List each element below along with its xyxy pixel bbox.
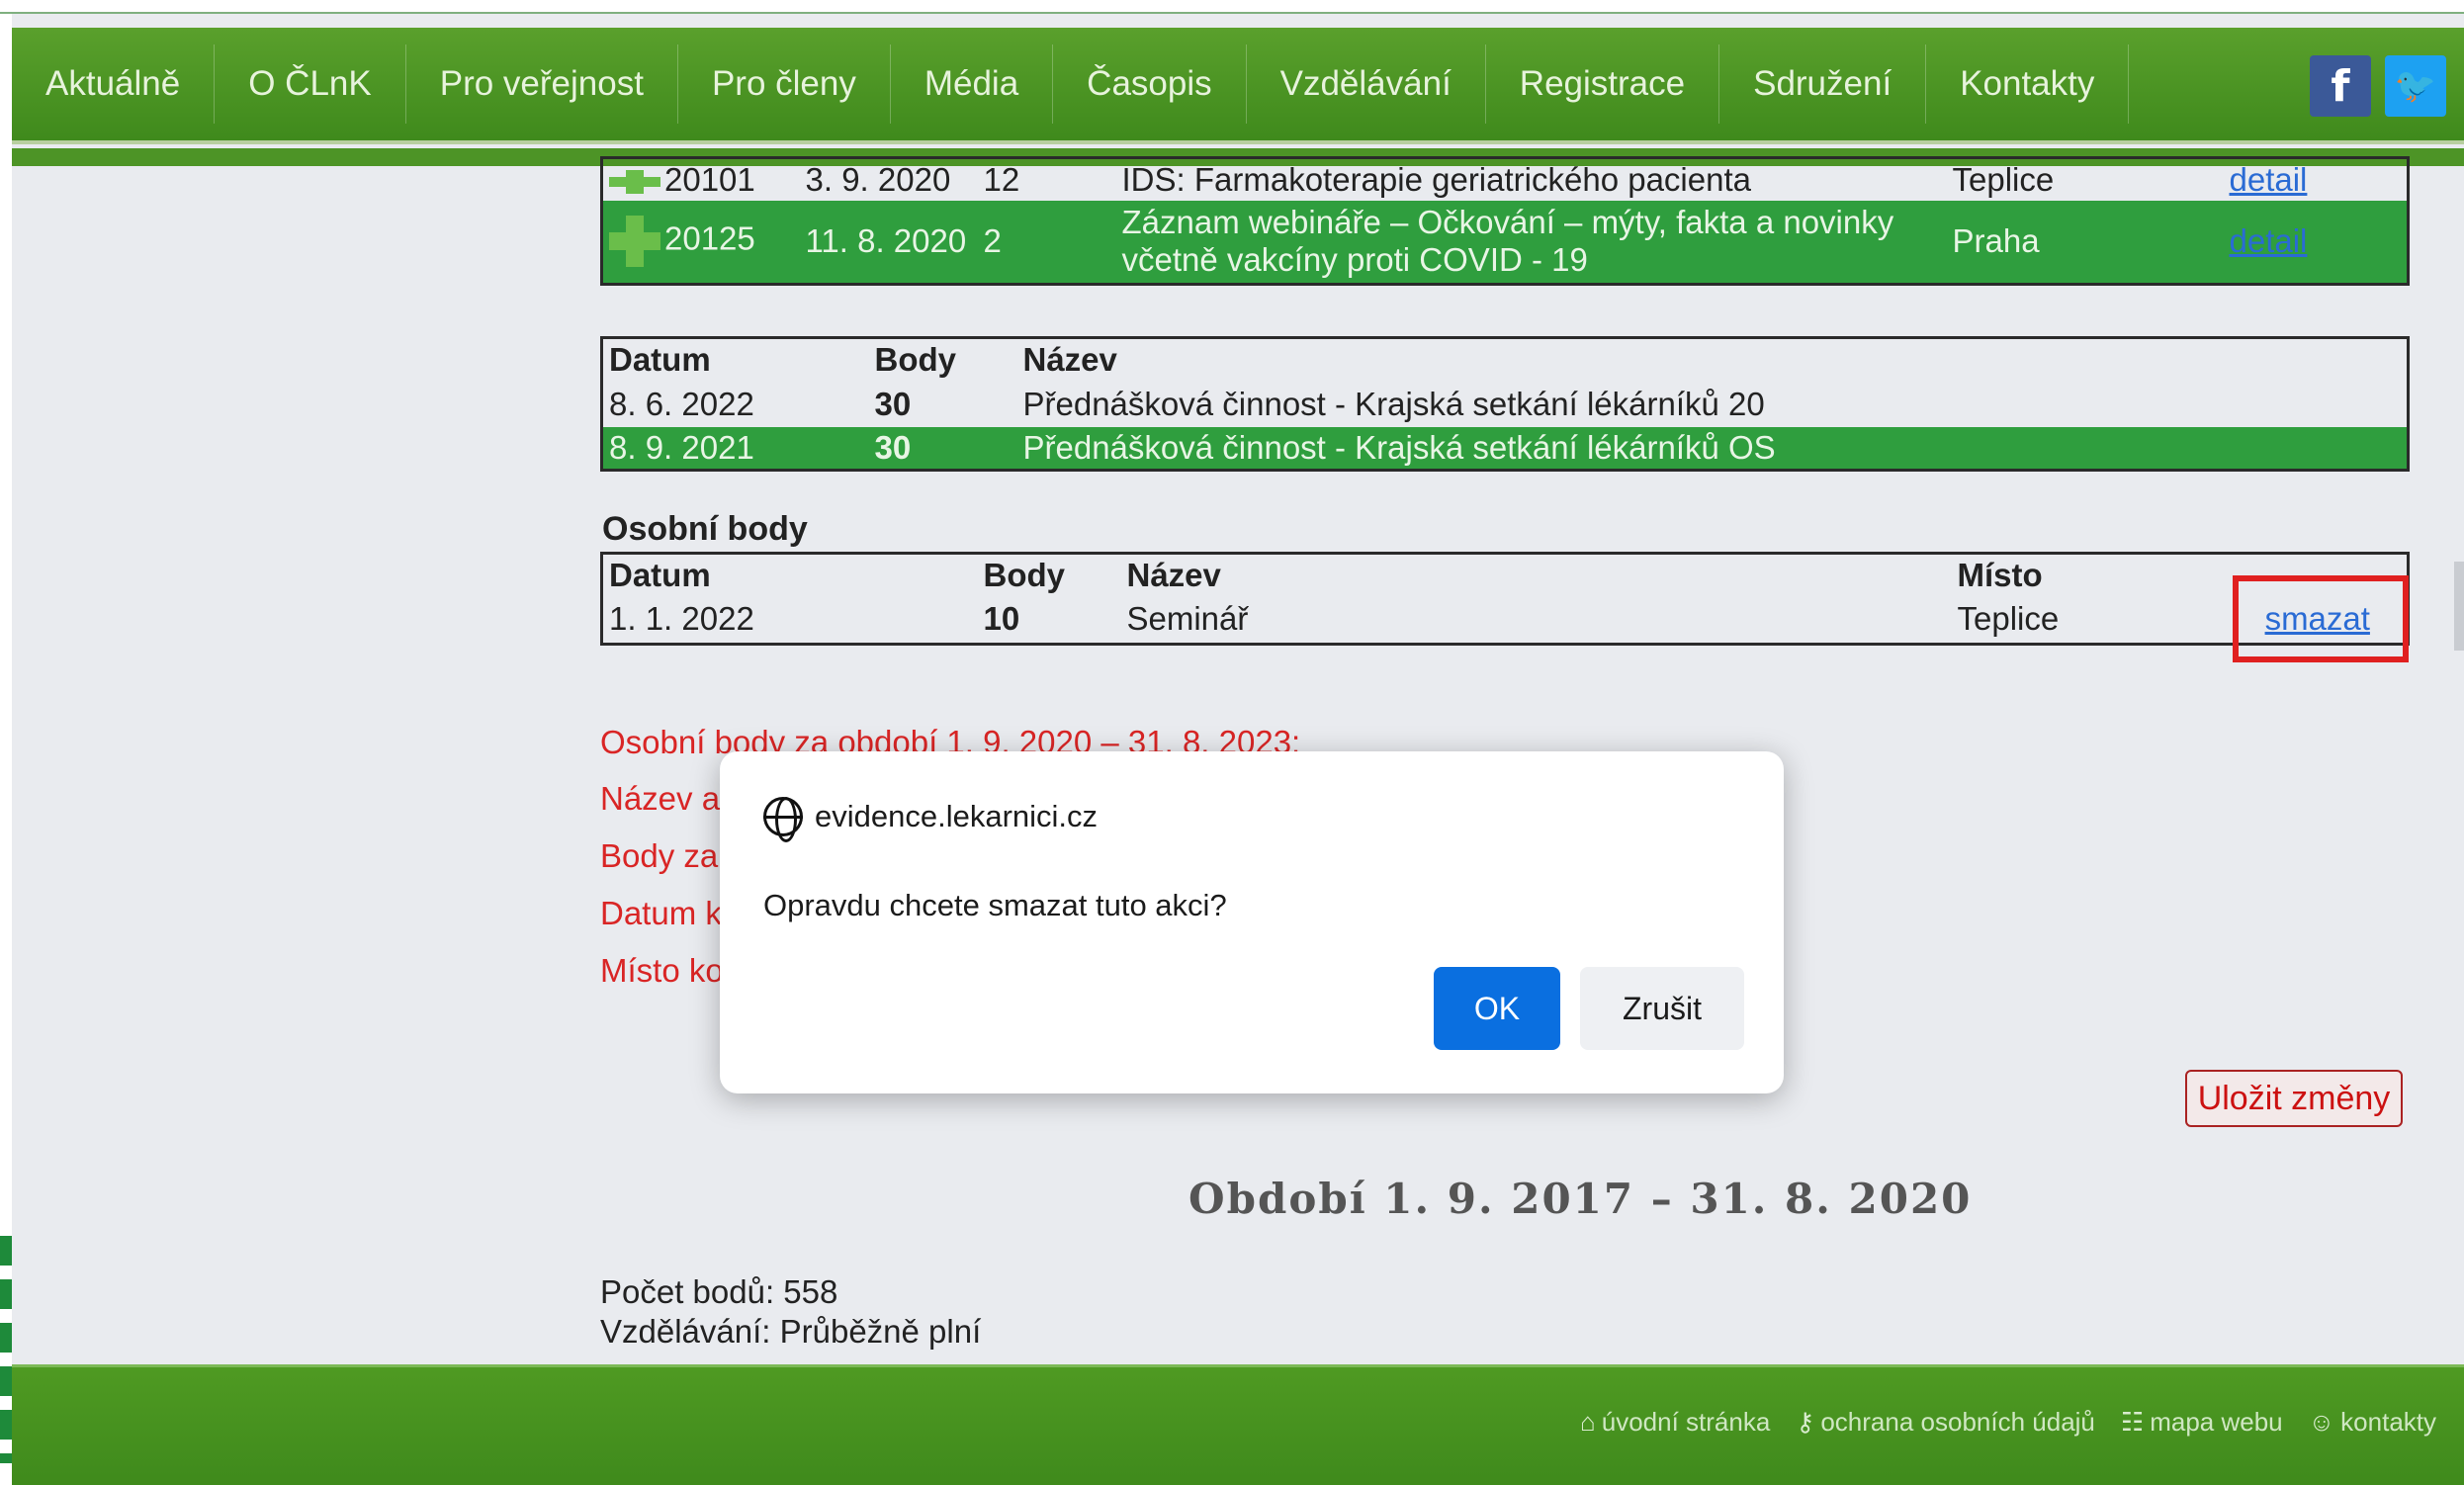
pharmacy-cross-icon — [609, 170, 660, 195]
footer-link-home[interactable]: ⌂ úvodní stránka — [1580, 1407, 1770, 1438]
event-title: IDS: Farmakoterapie geriatrického pacien… — [1121, 161, 1751, 198]
facebook-icon[interactable]: f — [2310, 55, 2371, 117]
header-place: Místo — [1957, 557, 2043, 593]
left-decoration — [0, 1236, 12, 1463]
personal-title: Seminář — [1126, 600, 1249, 638]
lecture-title: Přednášková činnost - Krajská setkání lé… — [1022, 428, 1776, 466]
footer: ⌂ úvodní stránka ⚷ ochrana osobních údajů … — [12, 1364, 2464, 1485]
lecture-points: 30 — [874, 428, 912, 466]
social-links: f 🐦 — [2310, 55, 2446, 117]
scrollbar-thumb[interactable] — [2454, 562, 2464, 651]
personal-points: 10 — [983, 600, 1020, 638]
main-nav: Aktuálně O ČLnK Pro veřejnost Pro členy … — [12, 28, 2464, 144]
nav-item-o-clnk[interactable]: O ČLnK — [215, 44, 406, 124]
footer-links: ⌂ úvodní stránka ⚷ ochrana osobních údajů … — [1580, 1407, 2436, 1438]
twitter-icon[interactable]: 🐦 — [2385, 55, 2446, 117]
save-changes-button[interactable]: Uložit změny — [2185, 1070, 2403, 1127]
header-points: Body — [874, 341, 957, 379]
footer-link-sitemap[interactable]: ☷ mapa webu — [2121, 1407, 2283, 1438]
table-row: 8. 9. 2021 30 Přednášková činnost - Kraj… — [601, 426, 2409, 471]
globe-icon — [763, 797, 803, 842]
table-header: Datum Body Název — [602, 338, 2409, 382]
people-icon: ☺ — [2308, 1407, 2335, 1437]
header-title: Název — [1022, 341, 1117, 379]
nav-item-casopis[interactable]: Časopis — [1053, 44, 1247, 124]
table-row: 20125 11. 8. 2020 2 Záznam webináře – Oč… — [601, 201, 2409, 284]
nav-item-aktualne[interactable]: Aktuálně — [12, 44, 216, 124]
personal-points-heading: Osobní body — [602, 510, 808, 548]
confirm-dialog: evidence.lekarnici.cz Opravdu chcete sma… — [720, 751, 1784, 1093]
footer-link-privacy[interactable]: ⚷ ochrana osobních údajů — [1796, 1407, 2095, 1438]
name-label: Název al — [600, 780, 728, 817]
detail-link[interactable]: detail — [2230, 161, 2308, 198]
points-summary: Počet bodů: 558 — [600, 1273, 838, 1310]
event-date: 11. 8. 2020 — [805, 222, 967, 260]
header-date: Datum — [609, 341, 711, 379]
lectures-table: Datum Body Název 8. 6. 2022 30 Přednáško… — [600, 336, 2410, 472]
event-place: Teplice — [1952, 161, 2055, 198]
education-summary: Vzdělávání: Průběžně plní — [600, 1313, 982, 1350]
table-row: 8. 6. 2022 30 Přednášková činnost - Kraj… — [602, 382, 2409, 427]
key-icon: ⚷ — [1796, 1407, 1815, 1437]
event-title: Záznam webináře – Očkování – mýty, fakta… — [1121, 204, 1894, 279]
dialog-origin: evidence.lekarnici.cz — [763, 797, 1099, 842]
nav-item-sdruzeni[interactable]: Sdružení — [1719, 44, 1927, 124]
personal-date: 1. 1. 2022 — [609, 600, 754, 638]
place-label: Místo ko — [600, 952, 724, 989]
ok-button[interactable]: OK — [1434, 967, 1560, 1050]
header-date: Datum — [609, 557, 711, 593]
nav-item-kontakty[interactable]: Kontakty — [1926, 44, 2130, 124]
top-strip — [0, 0, 2464, 14]
lecture-date: 8. 6. 2022 — [609, 385, 754, 422]
lecture-date: 8. 9. 2021 — [609, 428, 754, 466]
table-row: 20101 3. 9. 2020 12 IDS: Farmakoterapie … — [602, 158, 2409, 202]
nav-item-registrace[interactable]: Registrace — [1486, 44, 1720, 124]
lecture-title: Přednášková činnost - Krajská setkání lé… — [1022, 385, 1765, 422]
dialog-origin-text: evidence.lekarnici.cz — [815, 799, 1099, 833]
table-header: Datum Body Název Místo — [602, 554, 2409, 597]
cancel-button[interactable]: Zrušit — [1580, 967, 1744, 1050]
nav-item-pro-cleny[interactable]: Pro členy — [678, 44, 891, 124]
table-row: 1. 1. 2022 10 Seminář Teplice smazat — [602, 596, 2409, 644]
home-icon: ⌂ — [1580, 1407, 1596, 1437]
header-title: Název — [1126, 557, 1221, 593]
personal-points-table: Datum Body Název Místo 1. 1. 2022 10 Sem… — [600, 552, 2410, 646]
event-points: 2 — [983, 222, 1002, 260]
event-id: 20101 — [664, 161, 755, 198]
nav-item-pro-verejnost[interactable]: Pro veřejnost — [406, 44, 678, 124]
pharmacy-cross-icon — [609, 216, 660, 268]
lecture-points: 30 — [874, 385, 912, 422]
personal-place: Teplice — [1957, 600, 2060, 638]
nav-item-vzdelavani[interactable]: Vzdělávání — [1247, 44, 1486, 124]
event-place: Praha — [1952, 222, 2040, 260]
period-title: Období 1. 9. 2017 – 31. 8. 2020 — [1188, 1175, 1973, 1223]
points-label: Body za — [600, 837, 719, 874]
footer-link-contacts[interactable]: ☺ kontakty — [2309, 1407, 2436, 1438]
sitemap-icon: ☷ — [2120, 1407, 2145, 1437]
header-points: Body — [983, 557, 1066, 593]
detail-link[interactable]: detail — [2230, 222, 2308, 259]
events-table: 20101 3. 9. 2020 12 IDS: Farmakoterapie … — [600, 156, 2410, 286]
date-label: Datum k — [600, 895, 722, 931]
annotation-highlight — [2233, 575, 2409, 662]
event-id: 20125 — [664, 219, 755, 257]
nav-item-media[interactable]: Média — [891, 44, 1054, 124]
event-date: 3. 9. 2020 — [805, 161, 951, 198]
dialog-message: Opravdu chcete smazat tuto akci? — [763, 888, 1227, 922]
event-points: 12 — [983, 161, 1020, 198]
